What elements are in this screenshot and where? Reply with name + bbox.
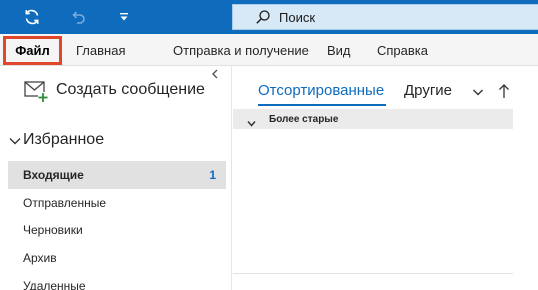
unread-count-badge: 1: [209, 168, 216, 182]
active-tab-indicator: [258, 104, 386, 106]
folder-label: Архив: [23, 251, 57, 265]
tab-home[interactable]: Главная: [76, 34, 125, 66]
search-icon: [253, 7, 273, 27]
sync-icon[interactable]: [20, 0, 44, 34]
folder-label: Входящие: [23, 168, 84, 182]
arrow-up-icon[interactable]: [498, 82, 510, 100]
folder-drafts[interactable]: Черновики: [8, 216, 226, 244]
title-bar: Поиск: [0, 0, 538, 34]
new-message-button[interactable]: Создать сообщение: [0, 75, 232, 107]
tab-view[interactable]: Вид: [327, 34, 351, 66]
group-label: Более старые: [269, 113, 339, 125]
folder-label: Черновики: [23, 223, 83, 237]
folder-deleted[interactable]: Удаленные: [8, 272, 226, 290]
chevron-down-icon: [247, 115, 256, 127]
ribbon-tabs: Файл Главная Отправка и получение Вид Сп…: [0, 34, 538, 66]
search-input[interactable]: Поиск: [232, 4, 538, 30]
tab-help[interactable]: Справка: [377, 34, 428, 66]
tab-focused[interactable]: Отсортированные: [258, 82, 384, 99]
tab-other[interactable]: Другие: [404, 82, 452, 99]
new-mail-icon: [23, 78, 49, 104]
message-list: Отсортированные Другие Более старые: [233, 66, 538, 290]
favorites-header[interactable]: Избранное: [0, 128, 232, 154]
favorites-label: Избранное: [23, 131, 105, 148]
group-header-older[interactable]: Более старые: [233, 109, 513, 129]
chevron-down-icon[interactable]: [471, 85, 485, 99]
customize-toolbar-icon[interactable]: [114, 0, 134, 34]
folder-sent[interactable]: Отправленные: [8, 189, 226, 217]
folder-archive[interactable]: Архив: [8, 244, 226, 272]
folder-label: Отправленные: [23, 196, 107, 210]
search-placeholder: Поиск: [279, 9, 316, 25]
tab-send-receive[interactable]: Отправка и получение: [173, 34, 309, 66]
undo-icon[interactable]: [66, 0, 90, 34]
folder-inbox[interactable]: Входящие 1: [8, 161, 226, 189]
tab-file[interactable]: Файл: [3, 36, 62, 65]
divider: [233, 273, 513, 274]
folder-label: Удаленные: [23, 279, 86, 290]
chevron-down-icon: [8, 134, 22, 148]
new-message-label: Создать сообщение: [56, 81, 205, 98]
